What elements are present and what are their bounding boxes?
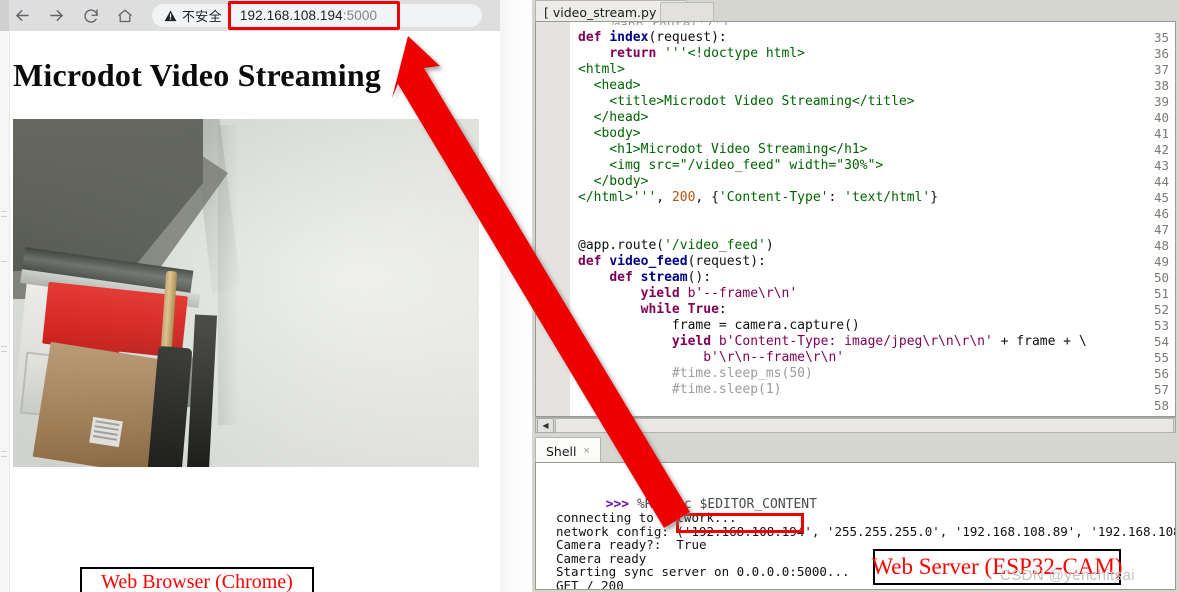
line-number: 50 <box>1153 270 1169 285</box>
thonny-ide-window: [ video_stream.py ] × @app.route('/') 35… <box>532 0 1179 592</box>
shell-tab-label: Shell <box>546 443 577 459</box>
line-number: 51 <box>1153 286 1169 301</box>
line-number: 47 <box>1153 222 1169 237</box>
home-button[interactable] <box>114 5 135 26</box>
line-number: 35 <box>1153 30 1169 45</box>
line-number: 43 <box>1153 158 1169 173</box>
line-number: 41 <box>1153 126 1169 141</box>
code-line-partial: @app.route('/') <box>612 22 729 25</box>
desktop-backdrop <box>500 0 532 592</box>
reload-button[interactable] <box>80 5 101 26</box>
line-number: 38 <box>1153 78 1169 93</box>
window-left-edge <box>0 0 9 31</box>
code-editor[interactable]: @app.route('/') 35def index(request):36 … <box>535 21 1176 417</box>
code-line: <html> <box>578 62 625 77</box>
code-line: return '''<!doctype html> <box>609 46 805 61</box>
shell-tab-bar <box>532 437 1179 461</box>
code-line: @app.route('/video_feed') <box>578 238 774 253</box>
tab-label: [ video_stream.py ] <box>544 4 666 20</box>
url-text[interactable]: 192.168.108.194 :5000 <box>232 5 385 26</box>
code-line: def stream(): <box>609 270 712 285</box>
shell-output-line: GET / 200 <box>556 577 624 590</box>
tab-empty-slot[interactable] <box>660 2 714 23</box>
navigation-buttons <box>12 0 135 31</box>
code-line: def index(request): <box>578 30 727 45</box>
forward-button[interactable] <box>46 5 67 26</box>
chrome-browser-window: 不安全 192.168.108.194 :5000 Microdot Video… <box>0 0 500 592</box>
tab-shell[interactable]: Shell × <box>535 437 601 464</box>
code-line: <title>Microdot Video Streaming</title> <box>578 94 915 109</box>
line-number: 52 <box>1153 302 1169 317</box>
line-number: 44 <box>1153 174 1169 189</box>
web-page-viewport: Microdot Video Streaming Web Browser (Ch… <box>0 31 500 592</box>
omnibox-separator <box>227 8 229 23</box>
line-number: 57 <box>1153 382 1169 397</box>
code-line: def video_feed(request): <box>578 254 766 269</box>
line-number: 54 <box>1153 334 1169 349</box>
scrollbar-thumb[interactable] <box>555 417 1174 433</box>
screenshot-root: 不安全 192.168.108.194 :5000 Microdot Video… <box>0 0 1179 592</box>
close-icon[interactable]: × <box>584 445 590 457</box>
url-port: :5000 <box>342 8 378 23</box>
line-number: 46 <box>1153 206 1169 221</box>
line-number: 58 <box>1153 398 1169 413</box>
video-feed-image <box>13 119 479 467</box>
line-number-gutter <box>536 22 571 416</box>
code-line: </body> <box>578 174 649 189</box>
line-number: 37 <box>1153 62 1169 77</box>
code-line: </head> <box>578 110 649 125</box>
line-number: 40 <box>1153 110 1169 125</box>
code-line: <head> <box>578 78 641 93</box>
code-line: #time.sleep(1) <box>671 382 782 397</box>
code-line: #time.sleep_ms(50) <box>671 366 813 381</box>
code-line: <img src="/video_feed" width="30%"> <box>578 158 884 173</box>
line-number: 53 <box>1153 318 1169 333</box>
code-line: <body> <box>578 126 641 141</box>
page-left-gutter <box>0 31 10 592</box>
annotation-web-browser: Web Browser (Chrome) <box>80 567 314 592</box>
line-number: 36 <box>1153 46 1169 61</box>
line-number: 42 <box>1153 142 1169 157</box>
code-line: </html>''', 200, {'Content-Type': 'text/… <box>578 190 939 205</box>
line-number: 45 <box>1153 190 1169 205</box>
line-number: 48 <box>1153 238 1169 253</box>
line-number: 55 <box>1153 350 1169 365</box>
code-line: frame = camera.capture() <box>578 318 860 333</box>
editor-horizontal-scrollbar[interactable]: ◀ <box>535 417 1176 433</box>
line-number: 39 <box>1153 94 1169 109</box>
code-line: while True: <box>640 302 727 317</box>
code-line: b'\r\n--frame\r\n' <box>703 350 845 365</box>
editor-tab-bar: [ video_stream.py ] × <box>532 0 1179 23</box>
site-security-indicator[interactable]: 不安全 <box>152 6 222 25</box>
warning-triangle-icon <box>164 10 177 22</box>
line-number: 56 <box>1153 366 1169 381</box>
watermark: CSDN @yenchitsai <box>1000 567 1135 584</box>
url-host: 192.168.108.194 <box>239 8 343 23</box>
browser-toolbar: 不安全 192.168.108.194 :5000 <box>0 0 500 32</box>
security-label: 不安全 <box>182 10 222 25</box>
omnibox[interactable]: 不安全 192.168.108.194 :5000 <box>152 4 482 27</box>
back-button[interactable] <box>12 5 33 26</box>
code-line: <h1>Microdot Video Streaming</h1> <box>578 142 868 157</box>
scroll-left-button[interactable]: ◀ <box>537 417 554 433</box>
page-title: Microdot Video Streaming <box>13 57 382 93</box>
code-line: yield b'--frame\r\n' <box>640 286 798 301</box>
code-line: yield b'Content-Type: image/jpeg\r\n\r\n… <box>671 334 1087 349</box>
line-number: 49 <box>1153 254 1169 269</box>
